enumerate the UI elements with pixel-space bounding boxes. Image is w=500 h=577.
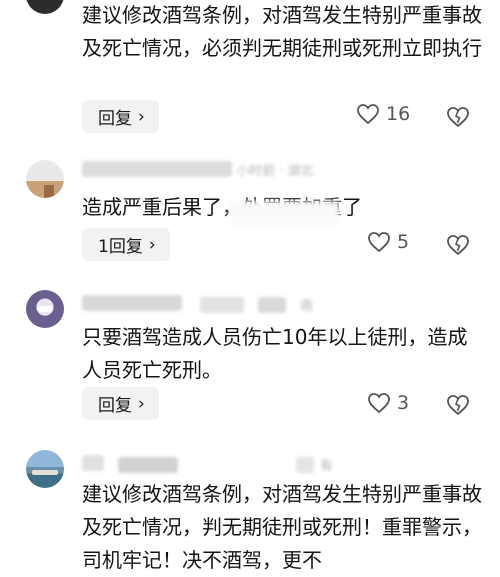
username-blurred bbox=[82, 295, 182, 311]
reply-button[interactable]: 回复 › bbox=[82, 100, 159, 133]
comment-meta: 小时前 · 湖北 bbox=[236, 164, 314, 179]
chevron-right-icon: › bbox=[148, 234, 156, 255]
avatar[interactable] bbox=[26, 290, 64, 328]
broken-heart-icon[interactable] bbox=[446, 234, 470, 256]
heart-outline-icon bbox=[368, 393, 390, 414]
reply-label: 回复 bbox=[98, 109, 132, 129]
comment-meta: 有 bbox=[320, 459, 334, 474]
like-button[interactable]: 3 bbox=[367, 392, 409, 414]
like-count: 5 bbox=[397, 231, 410, 253]
heart-outline-icon bbox=[357, 104, 379, 125]
broken-heart-icon[interactable] bbox=[446, 394, 470, 416]
meta-blurred bbox=[296, 457, 314, 473]
avatar[interactable] bbox=[26, 160, 64, 198]
comment-text: 建议修改酒驾条例，对酒驾发生特别严重事故及死亡情况，判无期徒刑或死刑！重罪警示，… bbox=[82, 482, 482, 572]
like-button[interactable]: 16 bbox=[356, 103, 410, 125]
chevron-right-icon: › bbox=[138, 106, 145, 127]
chevron-right-icon: › bbox=[138, 393, 145, 414]
comment-text: 建议修改酒驾条例，对酒驾发生特别严重事故及死亡情况，必须判无期徒刑或死刑立即执行 bbox=[82, 3, 482, 60]
like-count: 3 bbox=[397, 392, 410, 414]
avatar[interactable] bbox=[26, 450, 64, 488]
username-blurred bbox=[118, 457, 178, 473]
heart-outline-icon bbox=[368, 232, 390, 253]
avatar[interactable] bbox=[26, 0, 64, 14]
comment-meta: 南 bbox=[300, 299, 314, 314]
comment-text: 只要酒驾造成人员伤亡10年以上徒刑，造成人员死亡死刑。 bbox=[82, 325, 468, 382]
like-button[interactable]: 5 bbox=[367, 231, 409, 253]
reply-label: 1回复 bbox=[98, 237, 143, 257]
like-count: 16 bbox=[386, 103, 411, 125]
reply-button[interactable]: 回复 › bbox=[82, 387, 159, 420]
username-blurred bbox=[82, 455, 104, 471]
broken-heart-icon[interactable] bbox=[446, 106, 470, 128]
meta-blurred bbox=[200, 297, 244, 313]
username-blurred bbox=[82, 161, 232, 177]
blurred-region bbox=[230, 201, 340, 225]
reply-button[interactable]: 1回复 › bbox=[82, 228, 170, 261]
reply-label: 回复 bbox=[98, 396, 132, 416]
meta-blurred bbox=[258, 297, 286, 313]
